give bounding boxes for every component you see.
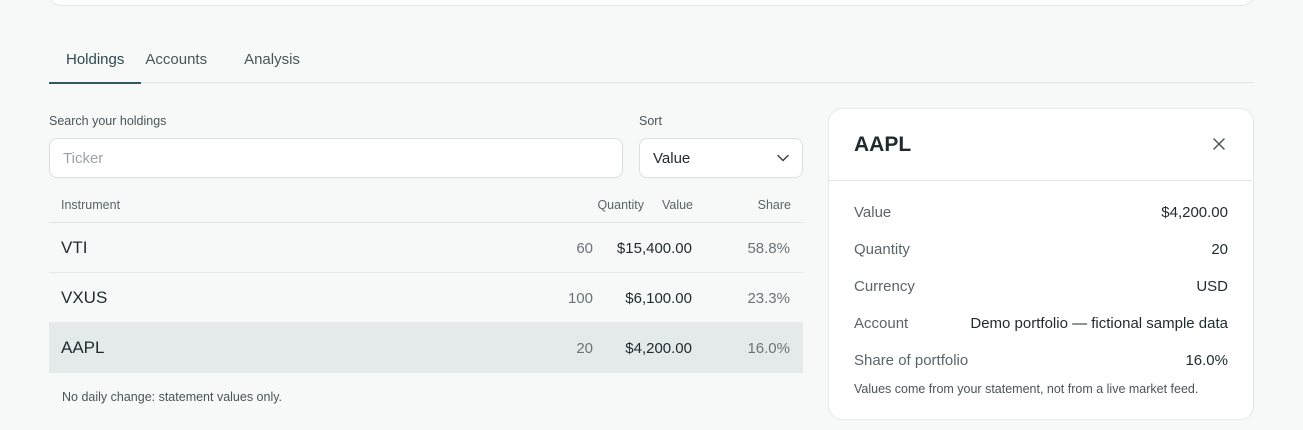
row-quantity: 20 — [576, 340, 593, 357]
tab-accounts[interactable]: Accounts — [141, 40, 224, 83]
table-header: Instrument Quantity Value Share — [49, 188, 803, 223]
detail-title: AAPL — [854, 133, 912, 156]
top-summary-card — [49, 0, 1254, 6]
detail-value: 16.0% — [1185, 352, 1228, 369]
detail-row-quantity: Quantity 20 — [854, 241, 1228, 261]
detail-note: Values come from your statement, not fro… — [854, 382, 1199, 396]
tab-holdings[interactable]: Holdings — [49, 40, 142, 84]
row-ticker: VXUS — [61, 288, 108, 307]
header-instrument: Instrument — [61, 198, 121, 212]
row-quantity: 60 — [576, 240, 593, 257]
detail-value: 20 — [1211, 241, 1228, 258]
table-footnote: No daily change: statement values only. — [62, 390, 283, 404]
detail-label: Account — [854, 315, 909, 332]
detail-value: Demo portfolio — fictional sample data — [970, 315, 1228, 332]
sort-label: Sort — [639, 114, 662, 128]
detail-row-share: Share of portfolio 16.0% — [854, 352, 1228, 372]
row-share: 23.3% — [747, 290, 790, 307]
table-row-selected[interactable]: AAPL 20 $4,200.00 16.0% — [49, 323, 803, 373]
detail-row-currency: Currency USD — [854, 278, 1228, 298]
tab-analysis[interactable]: Analysis — [224, 40, 317, 83]
tab-bar: Holdings Accounts Analysis — [49, 40, 1254, 84]
detail-value: USD — [1196, 278, 1228, 295]
sort-select[interactable]: Value — [639, 138, 803, 178]
header-value[interactable]: Value — [662, 198, 693, 212]
row-value: $6,100.00 — [625, 290, 692, 307]
table-row[interactable]: VXUS 100 $6,100.00 23.3% — [49, 273, 803, 323]
header-quantity[interactable]: Quantity — [597, 198, 644, 212]
detail-value: $4,200.00 — [1161, 204, 1228, 221]
detail-row-account: Account Demo portfolio — fictional sampl… — [854, 315, 1228, 335]
sort-selected-value: Value — [653, 149, 691, 167]
detail-label: Value — [854, 204, 892, 221]
header-share[interactable]: Share — [758, 198, 791, 212]
row-value: $15,400.00 — [616, 240, 692, 257]
row-value: $4,200.00 — [625, 340, 692, 357]
search-label: Search your holdings — [49, 114, 167, 128]
row-ticker: VTI — [61, 238, 88, 257]
chevron-down-icon — [777, 154, 789, 162]
search-input[interactable] — [49, 138, 623, 178]
detail-header: AAPL — [829, 109, 1253, 181]
row-share: 16.0% — [747, 340, 790, 357]
detail-label: Share of portfolio — [854, 352, 969, 369]
holdings-table: Instrument Quantity Value Share VTI 60 $… — [49, 188, 803, 373]
detail-row-value: Value $4,200.00 — [854, 204, 1228, 224]
row-share: 58.8% — [747, 240, 790, 257]
close-icon[interactable] — [1211, 136, 1227, 152]
row-quantity: 100 — [567, 290, 593, 307]
table-row[interactable]: VTI 60 $15,400.00 58.8% — [49, 223, 803, 273]
detail-label: Currency — [854, 278, 915, 295]
row-ticker: AAPL — [61, 338, 105, 357]
holding-detail-panel: AAPL Value $4,200.00 Quantity 20 Currenc… — [828, 108, 1254, 420]
detail-label: Quantity — [854, 241, 910, 258]
